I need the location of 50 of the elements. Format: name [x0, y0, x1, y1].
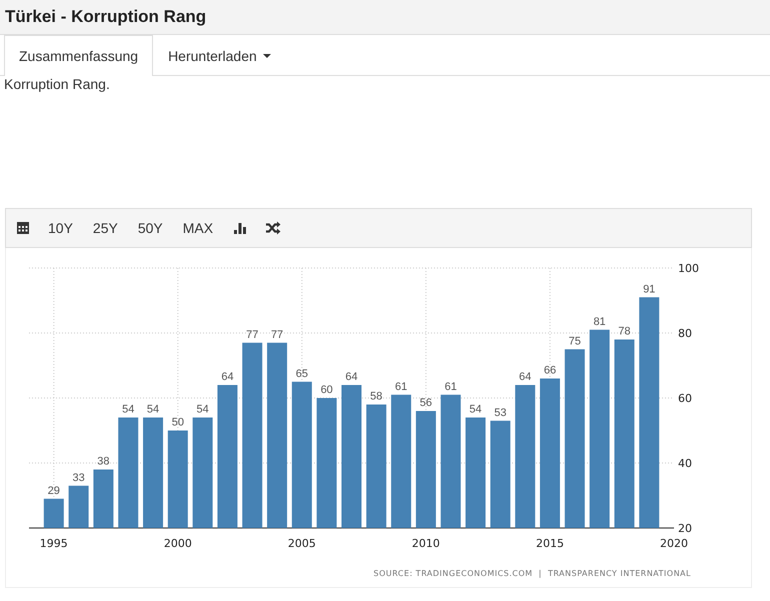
data-label: 29	[48, 484, 60, 497]
y-tick-label: 80	[678, 327, 692, 340]
data-label: 64	[221, 371, 234, 383]
data-label: 64	[519, 371, 532, 383]
data-label: 64	[345, 371, 358, 383]
data-label: 75	[568, 335, 581, 348]
data-label: 54	[122, 404, 134, 416]
x-tick-label: 2010	[412, 537, 440, 550]
tab[interactable]: Zusammenfassung	[4, 35, 154, 76]
data-label: 58	[370, 390, 382, 402]
data-label: 60	[320, 384, 333, 396]
data-label: 53	[494, 406, 506, 419]
y-tick-label: 40	[678, 457, 692, 470]
data-label: 50	[172, 416, 184, 428]
data-label: 77	[246, 328, 258, 341]
x-tick-label: 1995	[40, 537, 68, 550]
bar	[68, 486, 89, 528]
data-label: 54	[196, 404, 209, 416]
data-label: 56	[420, 397, 432, 409]
page-title: Türkei - Korruption Rang	[5, 7, 206, 27]
y-tick-label: 60	[678, 392, 692, 405]
x-tick-label: 2015	[536, 537, 564, 550]
range-button[interactable]: MAX	[182, 220, 214, 236]
data-label: 91	[643, 283, 656, 296]
range-button[interactable]: 10Y	[48, 220, 73, 236]
data-label: 65	[296, 368, 308, 380]
data-label: 54	[146, 404, 160, 416]
data-label: 54	[469, 404, 482, 416]
y-tick-label: 100	[678, 262, 699, 275]
data-label: 66	[544, 364, 556, 376]
data-label: 81	[593, 316, 606, 328]
bar	[44, 498, 64, 528]
range-button[interactable]: 50Y	[138, 220, 163, 236]
range-button[interactable]: 25Y	[92, 220, 118, 236]
data-label: 61	[395, 380, 408, 393]
data-label: 33	[72, 472, 85, 484]
description: Korruption Rang.	[3, 76, 111, 94]
bar	[93, 470, 114, 528]
shuffle-icon[interactable]	[265, 221, 282, 235]
data-label: 78	[618, 326, 630, 338]
data-label: 61	[444, 380, 457, 393]
data-label: 38	[97, 456, 110, 468]
source-note: SOURCE: TRADINGECONOMICS.COM | TRANSPARENCY INTERNATIONAL	[374, 569, 691, 578]
x-tick-label: 2005	[288, 537, 316, 550]
calendar-icon[interactable]	[16, 221, 30, 235]
y-tick-label: 20	[678, 522, 692, 535]
x-tick-label: 2000	[164, 537, 192, 550]
bar-chart-icon[interactable]	[233, 221, 248, 235]
x-tick-label: 2020	[660, 537, 688, 550]
data-label: 77	[270, 328, 284, 341]
